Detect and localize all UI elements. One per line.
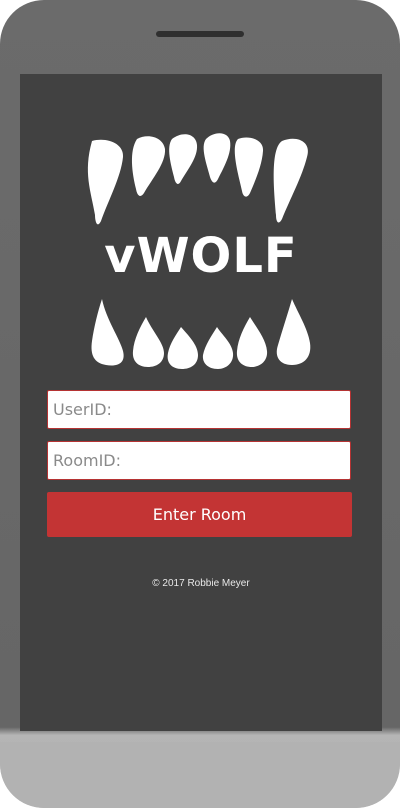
userid-input[interactable] [47,390,351,429]
app-screen: vWOLF Enter Room © 2017 Robbie Meyer [20,74,382,731]
app-logo-title: vWOLF [104,228,298,284]
enter-room-button[interactable]: Enter Room [47,492,352,537]
phone-frame: vWOLF Enter Room © 2017 Robbie Meyer [0,0,400,808]
speaker-grille [156,31,244,37]
copyright-text: © 2017 Robbie Meyer [152,578,250,589]
phone-chin [0,742,400,808]
roomid-input[interactable] [47,441,351,480]
